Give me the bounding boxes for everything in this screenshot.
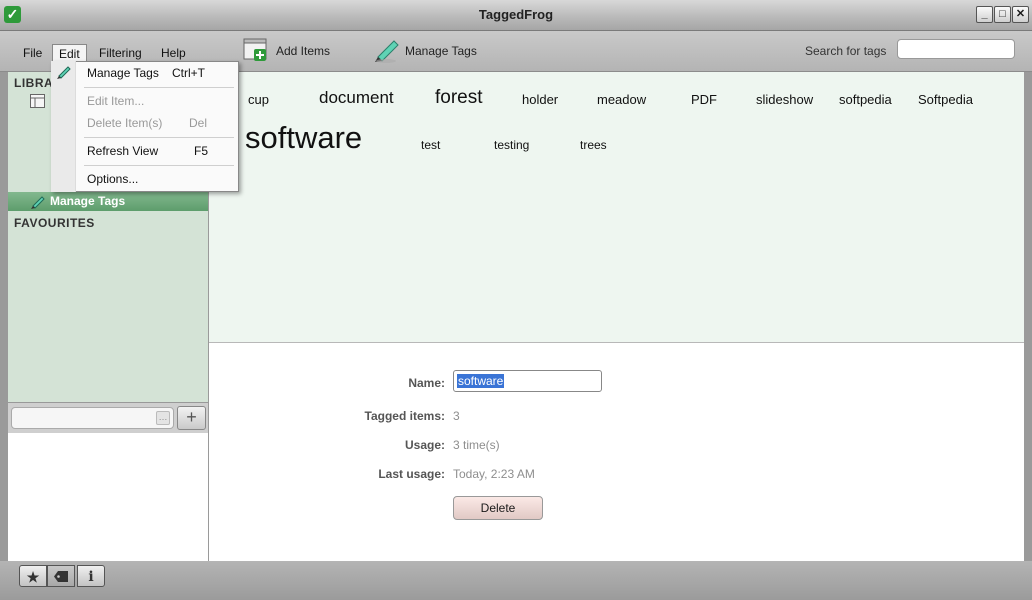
tag-cup[interactable]: cup bbox=[248, 92, 269, 107]
manage-tags-label[interactable]: Manage Tags bbox=[405, 44, 477, 58]
search-label: Search for tags bbox=[805, 44, 887, 58]
tag-cloud: cup document forest holder meadow PDF sl… bbox=[209, 72, 1024, 343]
tag-testing[interactable]: testing bbox=[494, 138, 529, 152]
sidebar-item-manage-tags[interactable]: Manage Tags bbox=[8, 192, 208, 211]
menu-item-options[interactable]: Options... bbox=[87, 172, 138, 186]
tagged-items-value: 3 bbox=[453, 409, 460, 423]
last-usage-label: Last usage: bbox=[378, 467, 445, 481]
sidebar-item-label: Manage Tags bbox=[50, 194, 126, 208]
name-value: software bbox=[457, 374, 505, 388]
last-usage-value: Today, 2:23 AM bbox=[453, 467, 535, 481]
window-title: TaggedFrog bbox=[478, 7, 554, 22]
info-icon[interactable]: i bbox=[77, 565, 105, 587]
usage-value: 3 time(s) bbox=[453, 438, 500, 452]
library-header: LIBRA bbox=[14, 76, 54, 90]
menu-separator bbox=[84, 165, 234, 166]
maximize-button[interactable]: □ bbox=[994, 6, 1011, 23]
menu-filtering[interactable]: Filtering bbox=[93, 44, 148, 62]
add-items-icon[interactable] bbox=[242, 35, 270, 63]
shortcut-refresh: F5 bbox=[194, 144, 209, 158]
menu-item-edit-item[interactable]: Edit Item... bbox=[87, 94, 144, 108]
tag-test[interactable]: test bbox=[421, 138, 440, 152]
shortcut-manage-tags: Ctrl+T bbox=[172, 66, 205, 80]
tag-slideshow[interactable]: slideshow bbox=[756, 92, 813, 107]
name-field[interactable]: software bbox=[453, 370, 602, 392]
pencil-icon bbox=[57, 66, 71, 79]
menu-separator bbox=[84, 137, 234, 138]
filter-more-icon[interactable]: … bbox=[156, 411, 170, 425]
close-button[interactable]: ✕ bbox=[1012, 6, 1029, 23]
menu-file[interactable]: File bbox=[17, 44, 48, 62]
tag-shape-icon bbox=[54, 571, 68, 582]
usage-label: Usage: bbox=[404, 438, 445, 452]
tag-meadow[interactable]: meadow bbox=[597, 92, 646, 107]
menu-help[interactable]: Help bbox=[155, 44, 192, 62]
sidebar-add-button[interactable]: + bbox=[177, 406, 206, 430]
delete-button[interactable]: Delete bbox=[453, 496, 543, 520]
minimize-button[interactable]: _ bbox=[976, 6, 993, 23]
name-label: Name: bbox=[408, 376, 445, 390]
add-items-label[interactable]: Add Items bbox=[276, 44, 330, 58]
menu-item-delete-items[interactable]: Delete Item(s) bbox=[87, 116, 162, 130]
tag-document[interactable]: document bbox=[319, 88, 394, 108]
tag-pdf[interactable]: PDF bbox=[691, 92, 717, 107]
tag-holder[interactable]: holder bbox=[522, 92, 558, 107]
pencil-icon bbox=[31, 196, 45, 209]
tag-softpedia-capital[interactable]: Softpedia bbox=[918, 92, 973, 107]
tag-softpedia[interactable]: softpedia bbox=[839, 92, 892, 107]
tag-forest[interactable]: forest bbox=[435, 87, 483, 109]
favourites-header: FAVOURITES bbox=[14, 216, 95, 230]
tag-trees[interactable]: trees bbox=[580, 138, 607, 152]
manage-tags-icon[interactable] bbox=[372, 35, 400, 63]
shortcut-delete: Del bbox=[189, 116, 208, 130]
tagged-items-label: Tagged items: bbox=[364, 409, 445, 423]
tag-icon[interactable] bbox=[47, 565, 75, 587]
tag-software[interactable]: software bbox=[245, 120, 362, 156]
menu-icon-gutter bbox=[51, 61, 76, 192]
search-input[interactable] bbox=[897, 39, 1015, 59]
sidebar-filter-input[interactable]: … bbox=[11, 407, 174, 429]
menu-separator bbox=[84, 87, 234, 88]
library-grid-icon[interactable] bbox=[30, 94, 45, 108]
star-icon[interactable]: ★ bbox=[19, 565, 47, 587]
sidebar-list-panel bbox=[8, 433, 209, 561]
menu-item-refresh-view[interactable]: Refresh View bbox=[87, 144, 158, 158]
menu-item-manage-tags[interactable]: Manage Tags bbox=[87, 66, 159, 80]
status-bar bbox=[0, 561, 1032, 600]
